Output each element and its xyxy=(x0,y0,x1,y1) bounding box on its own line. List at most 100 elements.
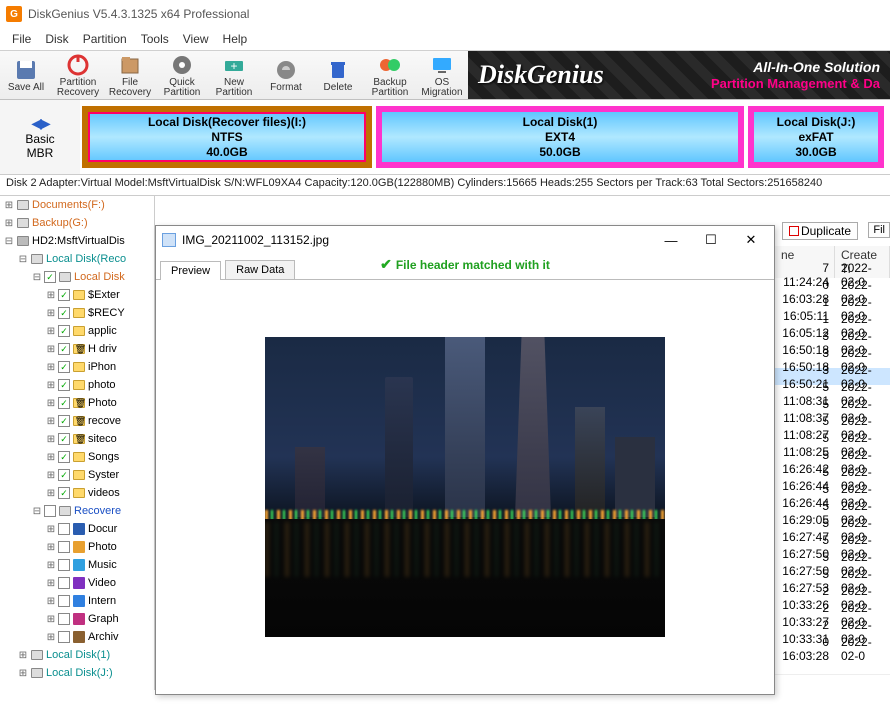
tree-hd2[interactable]: HD2:MsftVirtualDis xyxy=(32,235,125,247)
partition-box-1[interactable]: Local Disk(1)EXT450.0GB xyxy=(376,106,744,168)
tree-item[interactable]: ⊞✓iPhon xyxy=(0,358,154,376)
tree-item[interactable]: ⊞✓$Exter xyxy=(0,286,154,304)
tab-preview[interactable]: Preview xyxy=(160,261,221,280)
tree-item[interactable]: ⊞Graph xyxy=(0,610,154,628)
checkbox[interactable]: ✓ xyxy=(58,307,70,319)
partition-recovery-button[interactable]: Partition Recovery xyxy=(52,51,104,99)
tree-item[interactable]: ⊞Photo xyxy=(0,538,154,556)
checkbox[interactable]: ✓ xyxy=(58,361,70,373)
tree-item[interactable]: ⊞✓$RECY xyxy=(0,304,154,322)
tree-item[interactable]: ⊞✓photo xyxy=(0,376,154,394)
duplicate-button[interactable]: Duplicate xyxy=(782,222,858,240)
expand-icon[interactable]: ⊞ xyxy=(44,380,58,391)
expand-icon[interactable]: ⊞ xyxy=(44,416,58,427)
menu-disk[interactable]: Disk xyxy=(39,30,74,48)
checkbox[interactable] xyxy=(58,577,70,589)
checkbox[interactable]: ✓ xyxy=(58,343,70,355)
new-partition-button[interactable]: +New Partition xyxy=(208,51,260,99)
disk-selector[interactable]: ◀▶ Basic MBR xyxy=(0,100,80,174)
partition-box-0[interactable]: Local Disk(Recover files)(I:)NTFS40.0GB xyxy=(82,106,372,168)
tree-item[interactable]: ⊞✓Photo xyxy=(0,394,154,412)
partition-box-2[interactable]: Local Disk(J:)exFAT30.0GB xyxy=(748,106,884,168)
expand-icon[interactable]: ⊞ xyxy=(2,218,16,229)
checkbox[interactable]: ✓ xyxy=(44,271,56,283)
tree-item[interactable]: ⊞✓siteco xyxy=(0,430,154,448)
tree-local-disk[interactable]: Local Disk xyxy=(74,271,125,283)
preview-window[interactable]: IMG_20211002_113152.jpg — ☐ ✕ Preview Ra… xyxy=(155,225,775,695)
checkbox[interactable]: ✓ xyxy=(58,487,70,499)
checkbox[interactable] xyxy=(58,523,70,535)
tree-item[interactable]: ⊞✓H driv xyxy=(0,340,154,358)
tree-item[interactable]: ⊞Music xyxy=(0,556,154,574)
collapse-icon[interactable]: ⊟ xyxy=(2,236,16,247)
checkbox[interactable] xyxy=(58,541,70,553)
delete-button[interactable]: Delete xyxy=(312,51,364,99)
tree-item[interactable]: ⊞✓Songs xyxy=(0,448,154,466)
checkbox[interactable]: ✓ xyxy=(58,415,70,427)
expand-icon[interactable]: ⊞ xyxy=(44,452,58,463)
expand-icon[interactable]: ⊞ xyxy=(44,542,58,553)
expand-icon[interactable]: ⊞ xyxy=(44,488,58,499)
tree-item[interactable]: ⊞✓applic xyxy=(0,322,154,340)
expand-icon[interactable]: ⊞ xyxy=(44,308,58,319)
expand-icon[interactable]: ⊞ xyxy=(44,578,58,589)
tree-recovered[interactable]: Recovere xyxy=(74,505,121,517)
preview-title-bar[interactable]: IMG_20211002_113152.jpg — ☐ ✕ xyxy=(156,226,774,254)
expand-icon[interactable]: ⊞ xyxy=(44,560,58,571)
close-button[interactable]: ✕ xyxy=(734,229,768,251)
menu-view[interactable]: View xyxy=(177,30,215,48)
nav-arrows-icon[interactable]: ◀▶ xyxy=(31,115,49,132)
expand-icon[interactable]: ⊞ xyxy=(44,596,58,607)
tree-backup[interactable]: Backup(G:) xyxy=(32,217,88,229)
checkbox[interactable]: ✓ xyxy=(58,379,70,391)
collapse-icon[interactable]: ⊟ xyxy=(30,272,44,283)
tree-item[interactable]: ⊞✓Syster xyxy=(0,466,154,484)
expand-icon[interactable]: ⊞ xyxy=(44,614,58,625)
checkbox[interactable]: ✓ xyxy=(58,289,70,301)
file-rows[interactable]: 7 11:24:242022-02-00 16:03:282022-02-01 … xyxy=(773,266,890,657)
table-row[interactable]: 0 16:03:282022-02-0 xyxy=(773,640,890,657)
expand-icon[interactable]: ⊞ xyxy=(16,650,30,661)
expand-icon[interactable]: ⊞ xyxy=(44,362,58,373)
os-migration-button[interactable]: OS Migration xyxy=(416,51,468,99)
checkbox[interactable]: ✓ xyxy=(58,469,70,481)
tree-item[interactable]: ⊞✓videos xyxy=(0,484,154,502)
tree-item[interactable]: ⊞Docur xyxy=(0,520,154,538)
collapse-icon[interactable]: ⊟ xyxy=(16,254,30,265)
tree-local-disk-j[interactable]: Local Disk(J:) xyxy=(46,667,113,679)
directory-tree[interactable]: ⊞Documents(F:) ⊞Backup(G:) ⊟HD2:MsftVirt… xyxy=(0,196,155,690)
checkbox[interactable]: ✓ xyxy=(58,451,70,463)
maximize-button[interactable]: ☐ xyxy=(694,229,728,251)
expand-icon[interactable]: ⊞ xyxy=(44,344,58,355)
save-all-button[interactable]: Save All xyxy=(0,51,52,99)
tree-documents[interactable]: Documents(F:) xyxy=(32,199,105,211)
expand-icon[interactable]: ⊞ xyxy=(44,398,58,409)
expand-icon[interactable]: ⊞ xyxy=(44,470,58,481)
tree-item[interactable]: ⊞Intern xyxy=(0,592,154,610)
checkbox[interactable] xyxy=(58,613,70,625)
quick-partition-button[interactable]: Quick Partition xyxy=(156,51,208,99)
checkbox[interactable] xyxy=(58,631,70,643)
expand-icon[interactable]: ⊞ xyxy=(44,524,58,535)
expand-icon[interactable]: ⊞ xyxy=(44,326,58,337)
checkbox[interactable] xyxy=(58,559,70,571)
expand-icon[interactable]: ⊞ xyxy=(44,290,58,301)
file-recovery-button[interactable]: File Recovery xyxy=(104,51,156,99)
collapse-icon[interactable]: ⊟ xyxy=(30,506,44,517)
minimize-button[interactable]: — xyxy=(654,229,688,251)
format-button[interactable]: Format xyxy=(260,51,312,99)
tree-local-disk-recover[interactable]: Local Disk(Reco xyxy=(46,253,126,265)
tree-item[interactable]: ⊞Video xyxy=(0,574,154,592)
checkbox[interactable]: ✓ xyxy=(58,397,70,409)
tree-item[interactable]: ⊞✓recove xyxy=(0,412,154,430)
menu-file[interactable]: File xyxy=(6,30,37,48)
expand-icon[interactable]: ⊞ xyxy=(16,668,30,679)
expand-icon[interactable]: ⊞ xyxy=(44,434,58,445)
tree-local-disk-1[interactable]: Local Disk(1) xyxy=(46,649,110,661)
checkbox[interactable]: ✓ xyxy=(58,433,70,445)
menu-help[interactable]: Help xyxy=(217,30,254,48)
backup-partition-button[interactable]: Backup Partition xyxy=(364,51,416,99)
filter-button[interactable]: Fil xyxy=(868,222,890,238)
checkbox[interactable] xyxy=(44,505,56,517)
menu-tools[interactable]: Tools xyxy=(135,30,175,48)
